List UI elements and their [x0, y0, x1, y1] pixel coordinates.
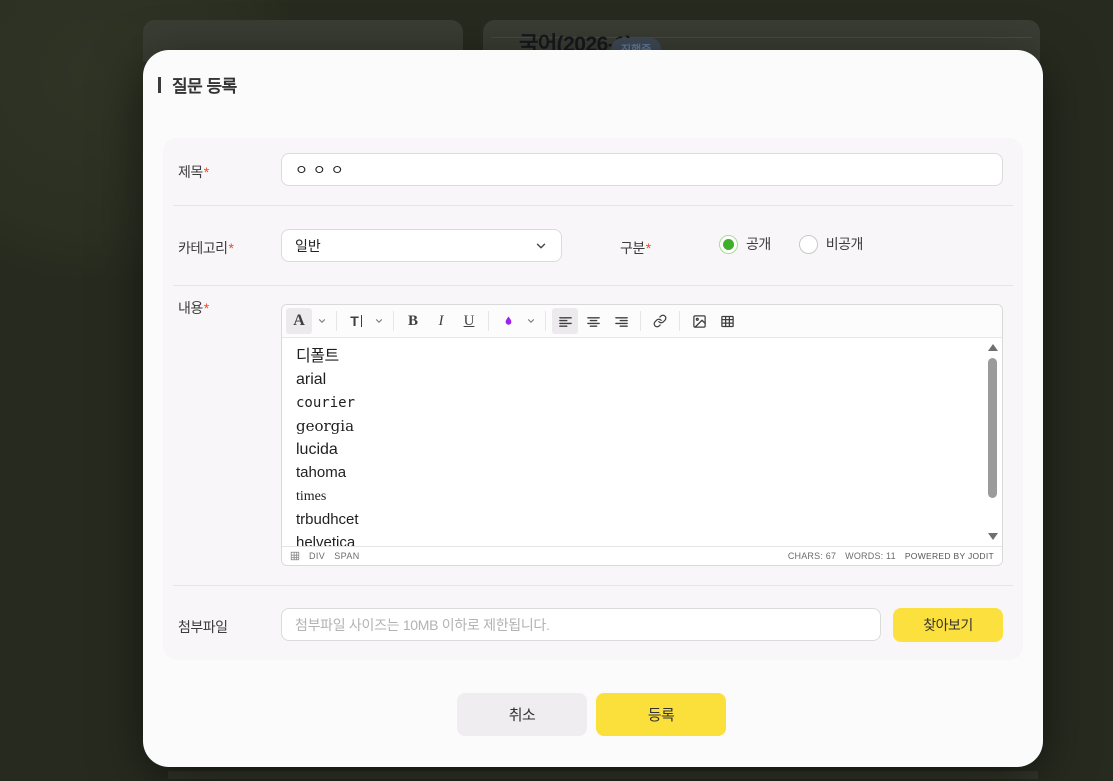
font-size-chevron-icon[interactable] — [371, 308, 387, 334]
toolbar-separator — [640, 311, 641, 331]
visibility-radio-group: 공개 비공개 — [719, 234, 863, 254]
editor-line[interactable]: tahoma — [296, 461, 988, 484]
align-left-icon — [558, 316, 572, 327]
editor-line[interactable]: times — [296, 485, 988, 508]
scrollbar-down-arrow[interactable] — [988, 533, 998, 540]
align-right-icon — [614, 316, 628, 327]
rich-text-editor: A T B I U 디폴트 arial courier georgia luci… — [281, 304, 1003, 566]
toolbar-separator — [488, 311, 489, 331]
radio-private[interactable]: 비공개 — [798, 234, 864, 254]
category-selected-value: 일반 — [295, 237, 321, 254]
attachment-label: 첨부파일 — [178, 619, 228, 635]
table-button[interactable] — [714, 308, 740, 334]
radio-public[interactable]: 공개 — [719, 234, 771, 254]
font-family-chevron-icon[interactable] — [314, 308, 330, 334]
link-icon — [653, 314, 667, 328]
chevron-down-icon — [536, 243, 546, 248]
words-counter: WORDS: 11 — [845, 551, 896, 561]
content-label: 내용* — [178, 300, 209, 316]
row-divider — [173, 205, 1013, 206]
editor-line[interactable]: lucida — [296, 438, 988, 461]
title-input[interactable] — [281, 153, 1003, 186]
modal-header: 질문 등록 — [158, 72, 237, 97]
row-divider — [173, 585, 1013, 586]
row-divider — [173, 285, 1013, 286]
attachment-input[interactable] — [281, 608, 881, 641]
form-panel: 제목* 카테고리* 일반 구분* 공개 비공개 내용* — [163, 138, 1023, 660]
required-mark: * — [645, 240, 651, 256]
editor-line[interactable]: arial — [296, 368, 988, 391]
toolbar-separator — [393, 311, 394, 331]
font-size-button[interactable]: T — [343, 308, 369, 334]
brush-chevron-icon[interactable] — [523, 308, 539, 334]
radio-circle-unchecked — [798, 234, 818, 254]
align-right-button[interactable] — [608, 308, 634, 334]
radio-public-label: 공개 — [746, 236, 771, 252]
editor-line[interactable]: trbudhcet — [296, 508, 988, 531]
table-icon — [720, 315, 734, 327]
radio-private-label: 비공개 — [825, 236, 864, 252]
category-select[interactable]: 일반 — [281, 229, 562, 262]
dimmed-background-card-bottom — [168, 771, 1038, 779]
editor-scrollbar[interactable] — [986, 342, 1000, 542]
align-center-button[interactable] — [580, 308, 606, 334]
editor-toolbar: A T B I U — [282, 305, 1002, 338]
required-mark: * — [203, 164, 209, 180]
visibility-label: 구분* — [620, 240, 651, 256]
editor-line[interactable]: georgia — [296, 415, 988, 438]
submit-button[interactable]: 등록 — [596, 693, 726, 736]
droplet-icon — [505, 315, 511, 325]
italic-button[interactable]: I — [428, 308, 454, 334]
chars-counter: CHARS: 67 — [787, 551, 837, 561]
image-button[interactable] — [686, 308, 712, 334]
title-accent-bar — [158, 76, 161, 93]
bold-button[interactable]: B — [400, 308, 426, 334]
font-family-button[interactable]: A — [286, 308, 312, 334]
link-button[interactable] — [647, 308, 673, 334]
required-mark: * — [228, 240, 234, 256]
image-icon — [692, 314, 706, 328]
scrollbar-up-arrow[interactable] — [988, 344, 998, 351]
powered-by-jodit: POWERED BY JODIT — [904, 551, 994, 561]
underline-button[interactable]: U — [456, 308, 482, 334]
font-size-caret — [360, 315, 362, 327]
radio-circle-checked — [719, 234, 738, 254]
breadcrumb-tag-div[interactable]: DIV — [309, 551, 325, 561]
editor-line[interactable]: helvetica — [296, 531, 988, 546]
editor-status-bar: DIV SPAN CHARS: 67 WORDS: 11 POWERED BY … — [282, 546, 1002, 565]
align-left-button[interactable] — [552, 308, 578, 334]
modal-title: 질문 등록 — [172, 77, 237, 96]
browse-button[interactable]: 찾아보기 — [893, 608, 1003, 642]
toolbar-separator — [336, 311, 337, 331]
editor-content-area[interactable]: 디폴트 arial courier georgia lucida tahoma … — [282, 338, 1002, 546]
brush-color-button[interactable] — [495, 308, 521, 334]
category-label: 카테고리* — [178, 240, 234, 256]
toolbar-separator — [679, 311, 680, 331]
toolbar-separator — [545, 311, 546, 331]
breadcrumb-tag-span[interactable]: SPAN — [334, 551, 359, 561]
source-grid-icon[interactable] — [290, 551, 300, 561]
title-label: 제목* — [178, 164, 209, 180]
align-center-icon — [586, 316, 600, 327]
required-mark: * — [203, 300, 209, 316]
cancel-button[interactable]: 취소 — [457, 693, 587, 736]
scrollbar-thumb[interactable] — [988, 358, 997, 498]
question-register-modal: 질문 등록 제목* 카테고리* 일반 구분* 공개 비공개 — [143, 50, 1043, 767]
editor-line[interactable]: 디폴트 — [296, 345, 988, 368]
editor-line[interactable]: courier — [296, 392, 988, 415]
